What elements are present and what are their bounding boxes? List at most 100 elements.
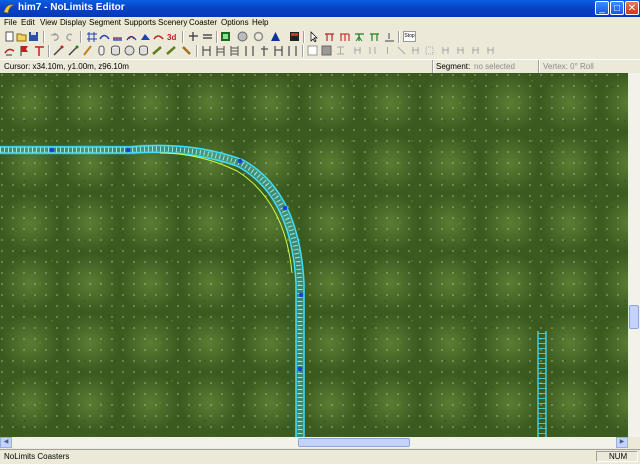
tool-palette <box>0 44 640 58</box>
node-icon[interactable] <box>307 45 318 56</box>
viewport-canvas[interactable] <box>0 73 628 437</box>
photo-icon[interactable] <box>237 31 248 42</box>
menu-scenery[interactable]: Scenery <box>158 18 187 27</box>
vertical-scroll-thumb[interactable] <box>629 305 639 329</box>
support-tool2-icon[interactable] <box>339 31 350 42</box>
track-node <box>125 147 131 153</box>
gate2-icon[interactable] <box>215 45 226 56</box>
node7-icon[interactable] <box>396 45 407 56</box>
box2-icon[interactable] <box>259 45 270 56</box>
cycle-icon[interactable] <box>253 31 264 42</box>
scroll-right-button[interactable]: ▶ <box>616 437 628 448</box>
insert-icon[interactable] <box>202 31 213 42</box>
node3-icon[interactable] <box>335 45 346 56</box>
pencil-icon[interactable] <box>82 45 93 56</box>
scroll-corner <box>628 437 640 448</box>
gate-icon[interactable] <box>201 45 212 56</box>
close-button[interactable]: ✕ <box>625 1 639 15</box>
undo-icon[interactable] <box>50 31 61 42</box>
pointer-icon[interactable] <box>308 31 319 42</box>
title-bar[interactable]: him7 - NoLimits Editor _ □ ✕ <box>0 0 640 17</box>
open-icon[interactable] <box>16 31 27 42</box>
horizontal-scroll-thumb[interactable] <box>298 438 410 447</box>
node11-icon[interactable] <box>455 45 466 56</box>
cursor-readout: Cursor: x34.10m, y1.00m, z96.10m <box>4 62 129 71</box>
track-view-icon[interactable] <box>99 31 110 42</box>
brush2-icon[interactable] <box>181 45 192 56</box>
warning-icon[interactable] <box>270 31 281 42</box>
track-node <box>298 292 304 298</box>
menu-help[interactable]: Help <box>252 18 268 27</box>
arrow-flag-icon[interactable] <box>34 45 45 56</box>
track-banked-icon[interactable] <box>126 31 137 42</box>
wand2-icon[interactable] <box>68 45 79 56</box>
flag-icon[interactable] <box>19 45 30 56</box>
track-3d-icon[interactable]: 3d <box>167 31 178 42</box>
node2-icon[interactable] <box>321 45 332 56</box>
editor-viewport[interactable] <box>0 73 628 437</box>
segment-label: Segment: <box>436 62 471 71</box>
info-bar: Cursor: x34.10m, y1.00m, z96.10m Segment… <box>0 59 640 74</box>
svg-text:3d: 3d <box>167 33 176 42</box>
stop-label: Stop <box>404 33 415 39</box>
capsule-icon[interactable] <box>96 45 107 56</box>
track-flat-icon[interactable] <box>112 31 123 42</box>
new-icon[interactable] <box>4 31 15 42</box>
stop-button[interactable]: Stop <box>403 31 416 42</box>
box-icon[interactable] <box>244 45 255 56</box>
menu-file[interactable]: File <box>4 18 17 27</box>
main-toolbar: 3d Stop <box>0 30 640 44</box>
menu-options[interactable]: Options <box>221 18 249 27</box>
calculator-icon[interactable] <box>289 31 300 42</box>
brush-icon[interactable] <box>166 45 177 56</box>
gate3-icon[interactable] <box>229 45 240 56</box>
track-node <box>297 366 303 372</box>
cylinder2-icon[interactable] <box>124 45 135 56</box>
vertical-scrollbar[interactable] <box>628 73 640 437</box>
minimize-button[interactable]: _ <box>595 1 609 15</box>
horizontal-scrollbar[interactable]: ◀ ▶ <box>0 437 628 448</box>
cylinder4-icon[interactable] <box>152 45 163 56</box>
segment-value: no selected <box>474 62 515 71</box>
node4-icon[interactable] <box>352 45 363 56</box>
node9-icon[interactable] <box>424 45 435 56</box>
node13-icon[interactable] <box>485 45 496 56</box>
text-icon[interactable] <box>287 45 298 56</box>
support-tool5-icon[interactable] <box>384 31 395 42</box>
calc-icon[interactable] <box>220 31 231 42</box>
status-text: NoLimits Coasters <box>4 452 70 461</box>
track-style-icon[interactable] <box>140 31 151 42</box>
support-tool-icon[interactable] <box>324 31 335 42</box>
menu-coaster[interactable]: Coaster <box>189 18 217 27</box>
box3-icon[interactable] <box>273 45 284 56</box>
coaster-track-segment[interactable] <box>537 331 547 437</box>
rail-red-icon[interactable] <box>4 45 15 56</box>
menu-display[interactable]: Display <box>60 18 86 27</box>
support-tool3-icon[interactable] <box>354 31 365 42</box>
support-tool4-icon[interactable] <box>369 31 380 42</box>
grid-icon[interactable] <box>86 31 97 42</box>
split-icon[interactable] <box>188 31 199 42</box>
redo-icon[interactable] <box>64 31 75 42</box>
node6-icon[interactable] <box>382 45 393 56</box>
node10-icon[interactable] <box>440 45 451 56</box>
wand-icon[interactable] <box>53 45 64 56</box>
status-bar: NoLimits Coasters NUM <box>0 449 640 464</box>
menu-bar: File Edit View Display Segment Supports … <box>0 17 640 30</box>
node12-icon[interactable] <box>470 45 481 56</box>
menu-view[interactable]: View <box>40 18 57 27</box>
track-color-icon[interactable] <box>153 31 164 42</box>
cylinder-icon[interactable] <box>110 45 121 56</box>
maximize-button[interactable]: □ <box>610 1 624 15</box>
scroll-left-button[interactable]: ◀ <box>0 437 12 448</box>
track-node <box>237 158 243 164</box>
vertex-readout: Vertex: 0° Roll <box>543 62 594 71</box>
node5-icon[interactable] <box>367 45 378 56</box>
cylinder3-icon[interactable] <box>138 45 149 56</box>
menu-supports[interactable]: Supports <box>124 18 156 27</box>
node8-icon[interactable] <box>410 45 421 56</box>
save-icon[interactable] <box>28 31 39 42</box>
num-lock-label: NUM <box>609 452 628 461</box>
menu-edit[interactable]: Edit <box>21 18 35 27</box>
menu-segment[interactable]: Segment <box>89 18 121 27</box>
